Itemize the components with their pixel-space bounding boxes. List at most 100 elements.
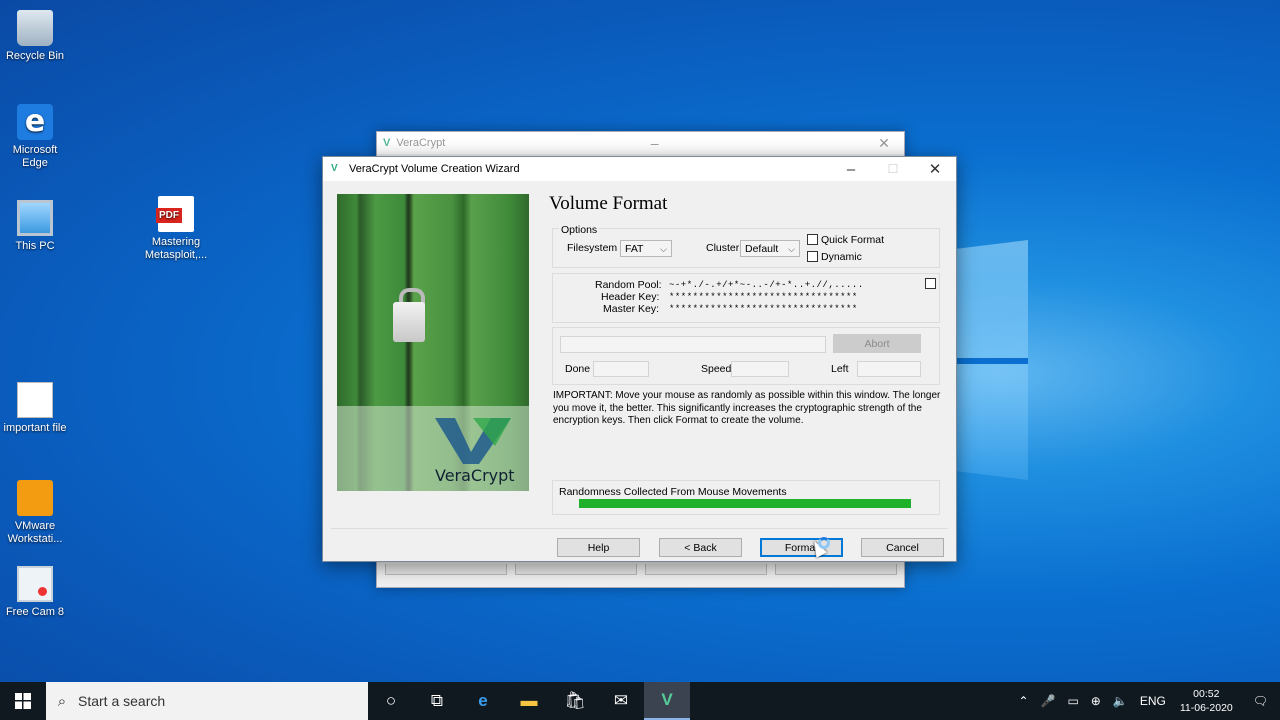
microphone-icon[interactable]: 🎤 [1035, 694, 1062, 708]
edge-taskbar-icon[interactable]: e [460, 682, 506, 720]
chevron-down-icon: ⌵ [788, 244, 795, 254]
desktop-icon-vmware[interactable]: VMware Workstati... [0, 480, 70, 546]
veracrypt-app-icon: V [383, 137, 391, 149]
important-notice: IMPORTANT: Move your mouse as randomly a… [553, 390, 941, 426]
notifications-icon[interactable]: 🗨 [1241, 694, 1280, 708]
minimize-button[interactable]: – [830, 161, 872, 178]
desktop-icon-label: This PC [15, 240, 55, 252]
format-button[interactable]: Format [760, 538, 843, 557]
task-view-icon[interactable]: ⧉ [414, 682, 460, 720]
cluster-select[interactable]: Default ⌵ [740, 240, 800, 257]
master-key-label: Master Key: [603, 303, 660, 315]
veracrypt-logo-icon [435, 418, 511, 464]
desktop-icon-label: important file [3, 422, 67, 434]
clock[interactable]: 00:52 11-06-2020 [1172, 687, 1241, 715]
recycle-bin-icon [17, 10, 53, 46]
main-window-button[interactable] [775, 564, 897, 575]
cancel-button[interactable]: Cancel [861, 538, 944, 557]
page-title: Volume Format [549, 193, 668, 214]
pdf-file-icon: PDF [156, 196, 194, 232]
main-window-buttons [385, 564, 897, 575]
language-indicator[interactable]: ENG [1134, 694, 1172, 708]
clock-time: 00:52 [1193, 688, 1220, 700]
text-file-icon [17, 382, 53, 418]
desktop-wallpaper-logo [950, 240, 1028, 480]
abort-button: Abort [833, 334, 921, 353]
header-key-value: ******************************** [669, 292, 858, 302]
filesystem-select[interactable]: FAT ⌵ [620, 240, 672, 257]
edge-icon: e [17, 104, 53, 140]
windows-logo-icon [15, 693, 31, 709]
close-button[interactable]: ✕ [864, 135, 904, 152]
volume-icon[interactable]: 🔈 [1107, 694, 1134, 708]
randomness-label: Randomness Collected From Mouse Movement… [559, 486, 787, 498]
randomness-progress-fill [579, 499, 911, 508]
taskbar: ⌕ Start a search ○ ⧉ e ▬ 🛍 ✉ V ⌃ 🎤 ▭ ⊕ 🔈… [0, 682, 1280, 720]
computer-icon [17, 200, 53, 236]
veracrypt-taskbar-icon[interactable]: V [644, 682, 690, 720]
desktop-icon-label: Microsoft Edge [12, 144, 58, 169]
done-label: Done [565, 363, 591, 375]
speed-label: Speed [701, 363, 732, 375]
volume-creation-wizard: V VeraCrypt Volume Creation Wizard – ☐ ✕… [322, 156, 957, 562]
desktop-icon-this-pc[interactable]: This PC [0, 200, 70, 253]
desktop-icon-pdf[interactable]: PDF Mastering Metasploit,... [141, 196, 211, 262]
main-window-button[interactable] [515, 564, 637, 575]
wizard-artwork: VeraCrypt [337, 194, 529, 491]
show-hidden-icons-icon[interactable]: ⌃ [1012, 694, 1034, 708]
taskbar-search-box[interactable]: ⌕ Start a search [46, 682, 368, 720]
quick-format-checkbox[interactable] [807, 234, 818, 245]
cluster-label: Cluster [706, 242, 740, 254]
randomness-progress-bar [579, 499, 911, 508]
window-title: VeraCrypt [396, 137, 446, 149]
maximize-button: ☐ [887, 162, 899, 176]
desktop-icon-important-file[interactable]: important file [0, 382, 70, 435]
start-button[interactable] [0, 682, 46, 720]
wizard-titlebar: V VeraCrypt Volume Creation Wizard – ☐ ✕ [323, 157, 956, 181]
busy-spinner-icon [818, 537, 830, 549]
random-pool-label: Random Pool: [595, 279, 662, 291]
left-field [857, 361, 921, 377]
system-tray: ⌃ 🎤 ▭ ⊕ 🔈 ENG 00:52 11-06-2020 🗨 [1012, 682, 1280, 720]
main-window-button[interactable] [385, 564, 507, 575]
search-placeholder: Start a search [78, 693, 166, 709]
clock-date: 11-06-2020 [1179, 702, 1233, 714]
store-icon[interactable]: 🛍 [552, 682, 598, 720]
desktop-icon-edge[interactable]: e Microsoft Edge [0, 104, 70, 170]
random-pool-value: ~-+*./-.+/+*~-..-/+-*..+.//,..... [669, 280, 864, 290]
free-cam-icon [17, 566, 53, 602]
close-button[interactable]: ✕ [914, 160, 956, 178]
dynamic-checkbox[interactable] [807, 251, 818, 262]
veracrypt-brand: VeraCrypt [435, 466, 515, 485]
file-explorer-icon[interactable]: ▬ [506, 682, 552, 720]
battery-icon[interactable]: ▭ [1061, 694, 1084, 708]
desktop-icon-label: Free Cam 8 [5, 606, 65, 618]
dynamic-label: Dynamic [821, 251, 862, 263]
quick-format-label: Quick Format [821, 234, 885, 246]
desktop-icon-recycle-bin[interactable]: Recycle Bin [0, 10, 70, 63]
veracrypt-main-titlebar: V VeraCrypt – ✕ [377, 132, 904, 154]
mail-icon[interactable]: ✉ [598, 682, 644, 720]
back-button[interactable]: < Back [659, 538, 742, 557]
wizard-title: VeraCrypt Volume Creation Wizard [349, 163, 520, 175]
vmware-icon [17, 480, 53, 516]
main-window-button[interactable] [645, 564, 767, 575]
search-icon: ⌕ [57, 692, 67, 710]
network-icon[interactable]: ⊕ [1085, 694, 1107, 708]
filesystem-label: Filesystem [567, 242, 618, 254]
master-key-value: ******************************** [669, 304, 858, 314]
desktop-icon-label: Recycle Bin [5, 50, 65, 62]
cortana-icon[interactable]: ○ [368, 682, 414, 720]
format-progress-bar [560, 336, 826, 353]
desktop-icon-label: Mastering Metasploit,... [144, 236, 208, 261]
options-label: Options [559, 224, 600, 236]
left-label: Left [831, 363, 849, 375]
help-button[interactable]: Help [557, 538, 640, 557]
veracrypt-app-icon: V [331, 163, 338, 174]
desktop-icon-free-cam[interactable]: Free Cam 8 [0, 566, 70, 619]
show-keys-checkbox[interactable] [925, 278, 936, 289]
minimize-button[interactable]: – [635, 135, 675, 151]
padlock-icon [393, 302, 425, 342]
divider [331, 528, 948, 529]
chevron-down-icon: ⌵ [660, 244, 667, 254]
